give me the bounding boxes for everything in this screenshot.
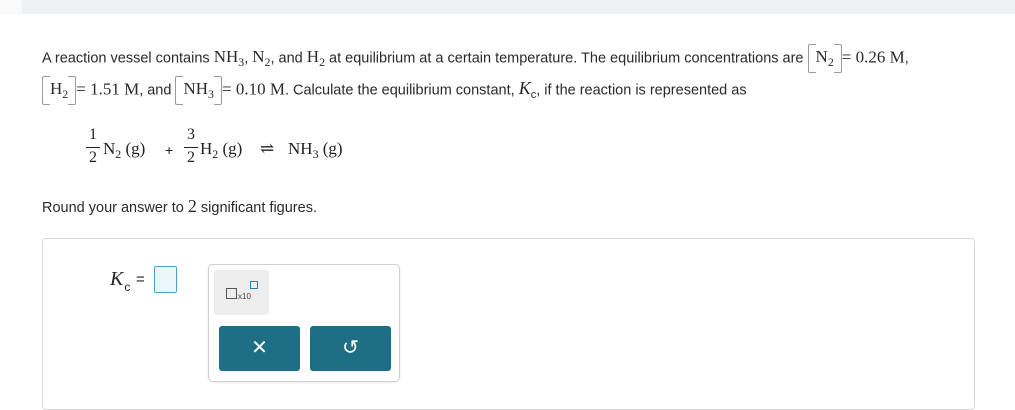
rounding-instruction: Round your answer to 2 significant figur… (42, 196, 317, 216)
reactant-h2: H2 (g) (200, 139, 243, 162)
top-bar (22, 0, 1015, 14)
close-icon: ✕ (251, 337, 268, 359)
clear-button[interactable]: ✕ (219, 326, 300, 371)
scientific-notation-button[interactable]: x10 (214, 270, 269, 315)
h2-bracket-formula: H2 (50, 79, 69, 102)
product-nh3: NH3 (g) (288, 139, 343, 162)
scientific-notation-icon (226, 288, 237, 299)
question-text: A reaction vessel contains (42, 50, 214, 67)
undo-icon: ↺ (342, 337, 359, 359)
answer-panel (42, 238, 975, 410)
answer-input[interactable] (154, 266, 177, 293)
question-line-2: H2 = 1.51 M, and NH3 = 0.10 M. Calculate t… (42, 76, 747, 105)
bracket-left (42, 76, 50, 105)
n2-concentration: = 0.26 M (841, 47, 905, 67)
n2-bracket-formula: N2 (815, 47, 834, 70)
h2-formula: H2 (306, 47, 326, 70)
equilibrium-arrow: ⇌ (260, 139, 275, 158)
reactant-n2: N2 (g) (103, 139, 146, 162)
equals-sign: = (136, 271, 145, 288)
n2-formula: N2 (252, 47, 271, 70)
h2-concentration: = 1.51 M (76, 79, 140, 99)
kc-symbol: Kc (518, 78, 537, 102)
bracket-right (213, 76, 222, 105)
left-strip (0, 0, 22, 14)
undo-button[interactable]: ↺ (310, 326, 391, 371)
nh3-formula: NH3 (213, 47, 245, 70)
nh3-bracket-formula: NH3 (183, 79, 214, 102)
bracket-right (833, 44, 842, 73)
bracket-left (807, 44, 816, 73)
kc-answer-label: Kc (110, 268, 131, 294)
nh3-concentration: = 0.10 M (221, 79, 285, 99)
plus-sign: + (165, 142, 174, 158)
question-line-1: A reaction vessel contains NH3, N2, and … (42, 44, 909, 73)
exponent-box-icon (250, 281, 258, 289)
